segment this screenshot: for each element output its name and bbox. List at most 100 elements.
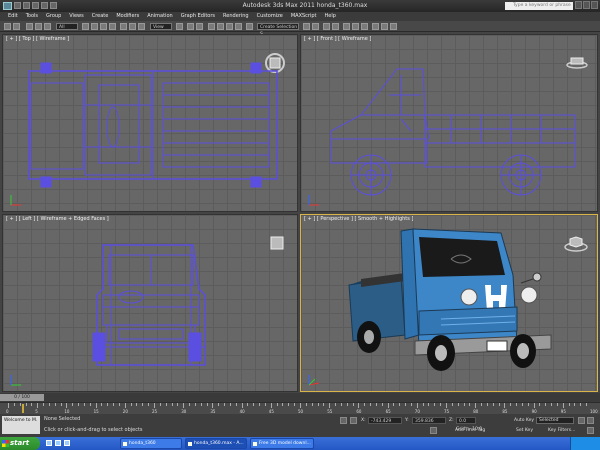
time-config-icon[interactable] [587,427,594,434]
time-slider-thumb[interactable]: 0 / 100 [0,394,44,401]
move-icon[interactable] [120,23,127,30]
rendered-frame-window-icon[interactable] [381,23,388,30]
unlink-icon[interactable] [35,23,42,30]
named-selection-dropdown[interactable]: Create Selection S... [257,23,299,37]
play-icon[interactable] [587,417,594,424]
snaps-toggle-icon[interactable] [208,23,215,30]
curve-editor-icon[interactable] [343,23,350,30]
maximize-button[interactable] [583,1,590,9]
menu-tools[interactable]: Tools [26,12,38,21]
select-by-name-icon[interactable] [91,23,98,30]
menu-create[interactable]: Create [92,12,109,21]
menu-bar: Edit Tools Group Views Create Modifiers … [0,12,600,21]
layer-manager-icon[interactable] [323,23,330,30]
taskbar-item-folder[interactable]: honda_t360 [120,438,182,449]
key-filters-button[interactable]: Key Filters... [548,428,575,433]
align-icon[interactable] [312,23,319,30]
auto-key-button[interactable]: Auto Key [514,418,534,423]
time-slider[interactable]: 0 / 100 [0,393,600,402]
app-logo-icon[interactable] [3,2,12,10]
undo-icon[interactable] [41,2,48,9]
timeline-tick [165,403,167,406]
menu-modifiers[interactable]: Modifiers [116,12,139,21]
reference-coordinate-dropdown[interactable]: View [150,23,172,30]
maxscript-listener[interactable]: Welcome to M. [2,416,40,434]
media-quicklaunch-icon[interactable] [64,440,70,446]
material-editor-icon[interactable] [361,23,368,30]
selection-filter-dropdown[interactable]: All [56,23,78,30]
set-key-button[interactable]: Set Key [516,428,533,433]
bind-space-warp-icon[interactable] [44,23,51,30]
pivot-center-icon[interactable] [176,23,183,30]
menu-views[interactable]: Views [69,12,83,21]
z-coordinate-field[interactable]: 0.0 [456,417,476,424]
x-label: X: [361,418,366,423]
link-icon[interactable] [26,23,33,30]
timeline-tick [305,403,307,406]
timeline-tick [118,403,120,406]
keyboard-shortcut-icon[interactable] [196,23,203,30]
spinner-snap-icon[interactable] [235,23,242,30]
undo-icon[interactable] [4,23,11,30]
menu-animation[interactable]: Animation [147,12,173,21]
viewport-perspective[interactable]: [ + ] [ Perspective ] [ Smooth + Highlig… [300,214,598,392]
angle-snap-icon[interactable] [217,23,224,30]
close-button[interactable] [591,1,598,9]
viewport-front[interactable]: [ + ] [ Front ] [ Wireframe ] [300,34,598,212]
start-button[interactable]: start [0,437,40,450]
redo-icon[interactable] [13,23,20,30]
menu-graph-editors[interactable]: Graph Editors [181,12,215,21]
percent-snap-icon[interactable] [226,23,233,30]
redo-icon[interactable] [50,2,57,9]
timeline-tick [142,403,144,406]
timeline-tick [580,403,582,406]
window-crossing-icon[interactable] [109,23,116,30]
taskbar-item-label: honda_t360.max - A... [194,441,244,446]
lock-selection-icon[interactable] [340,417,347,424]
minimize-button[interactable] [575,1,582,9]
ie-quicklaunch-icon[interactable] [46,440,52,446]
select-object-icon[interactable] [82,23,89,30]
rectangular-selection-icon[interactable] [100,23,107,30]
menu-group[interactable]: Group [46,12,61,21]
menu-customize[interactable]: Customize [257,12,283,21]
taskbar-item-label: Free 3D model downl... [259,441,311,446]
menu-help[interactable]: Help [325,12,336,21]
taskbar-item-browser[interactable]: Free 3D model downl... [250,438,314,449]
graphite-toggle-icon[interactable] [332,23,339,30]
x-coordinate-field[interactable]: -743.429 [368,417,402,424]
time-tag-icon[interactable] [430,427,437,434]
key-mode-dropdown[interactable]: Selected [536,417,574,424]
track-bar[interactable]: 0 5 10 15 20 25 30 35 40 45 50 55 60 65 70 75 80 85 90 95 10… [0,402,600,414]
viewport-top[interactable]: [ + ] [ Top ] [ Wireframe ] [2,34,298,212]
menu-maxscript[interactable]: MAXScript [291,12,317,21]
taskbar-item-3dsmax[interactable]: honda_t360.max - A... [185,438,247,449]
timeline-tick [148,403,150,406]
timeline-tick [229,403,231,406]
save-icon[interactable] [32,2,39,9]
render-production-icon[interactable] [390,23,397,30]
search-input[interactable]: Type a keyword or phrase [505,2,573,10]
go-to-start-icon[interactable] [578,417,585,424]
select-manipulate-icon[interactable] [187,23,194,30]
open-file-icon[interactable] [23,2,30,9]
timeline-tick [457,403,459,406]
timeline-tick [31,403,33,406]
mirror-icon[interactable] [303,23,310,30]
new-file-icon[interactable] [14,2,21,9]
timeline-tick [171,403,173,406]
rotate-icon[interactable] [129,23,136,30]
y-coordinate-field[interactable]: 359.836 [412,417,446,424]
menu-edit[interactable]: Edit [8,12,18,21]
add-time-tag-label[interactable]: Add Time Tag [455,428,485,433]
viewport-left[interactable]: [ + ] [ Left ] [ Wireframe + Edged Faces… [2,214,298,392]
timeline-tick [481,403,483,406]
timeline-tick [370,403,372,406]
schematic-view-icon[interactable] [352,23,359,30]
scale-icon[interactable] [138,23,145,30]
absolute-mode-icon[interactable] [350,417,357,424]
edit-named-selection-icon[interactable] [246,23,253,30]
render-setup-icon[interactable] [372,23,379,30]
desktop-quicklaunch-icon[interactable] [55,440,61,446]
menu-rendering[interactable]: Rendering [223,12,249,21]
